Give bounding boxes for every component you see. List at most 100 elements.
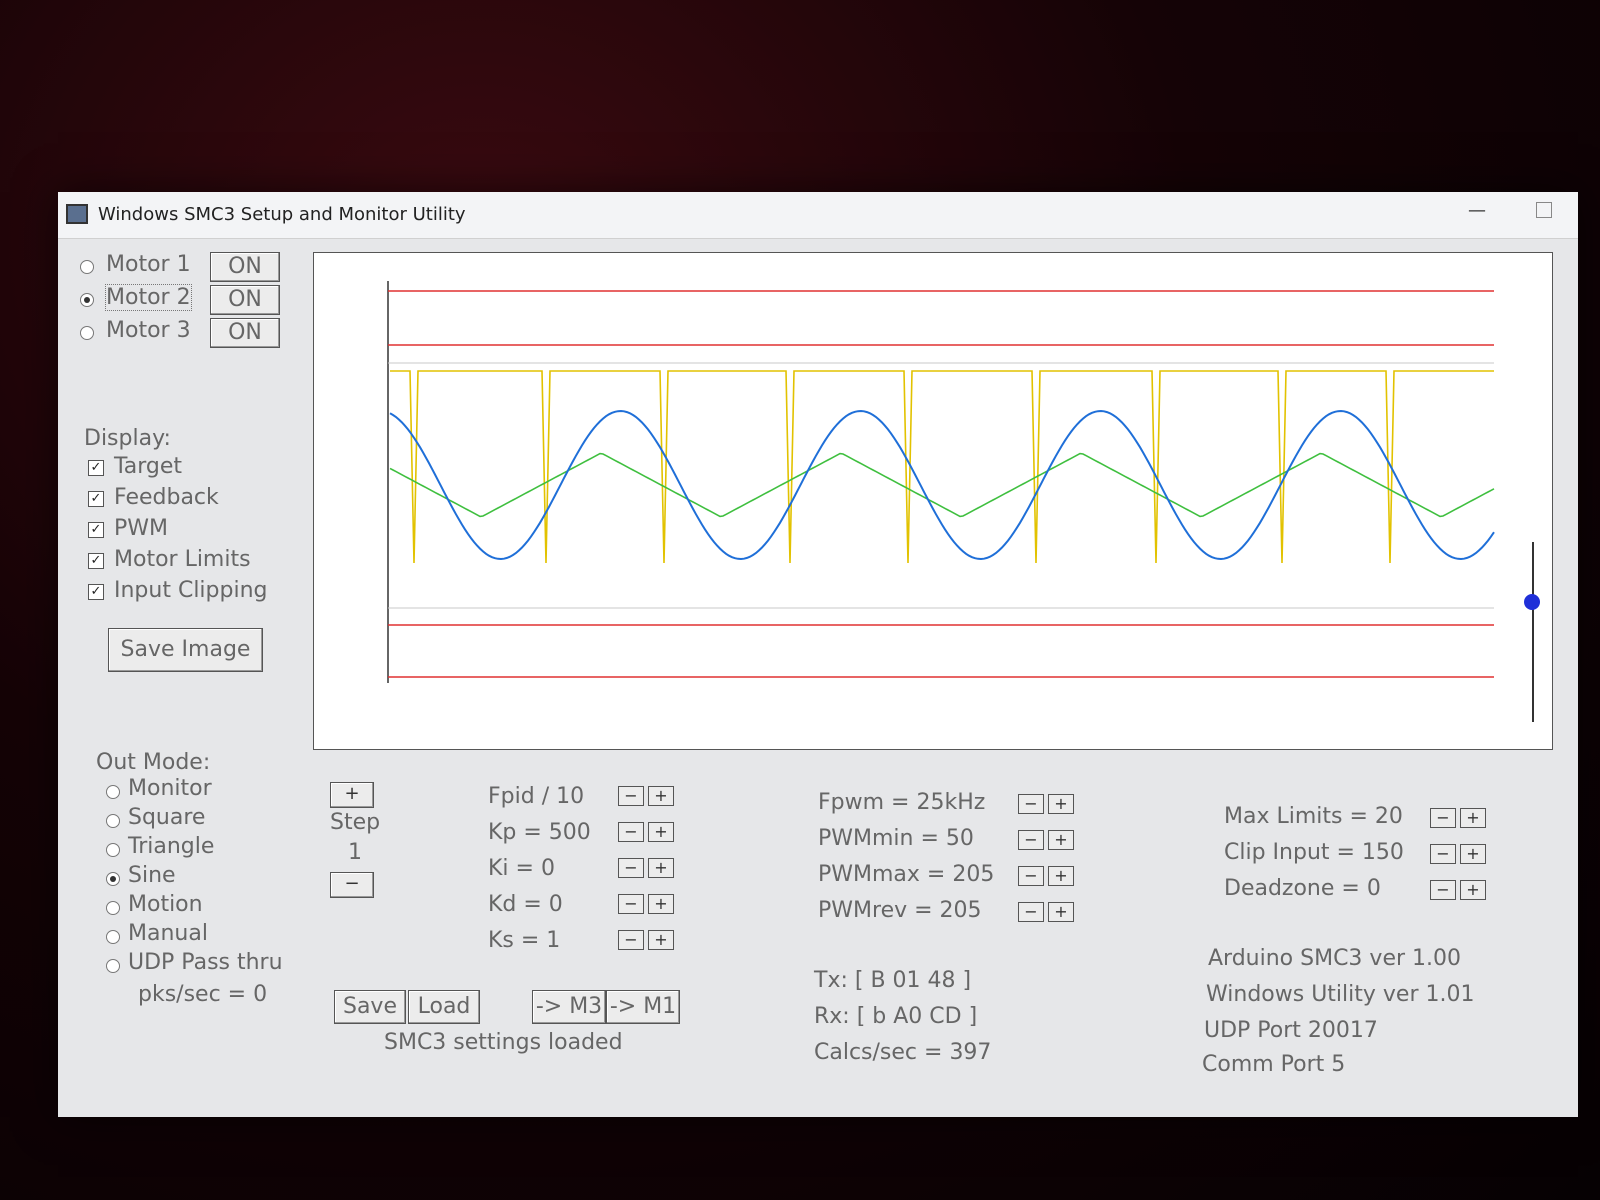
load-button[interactable]: Load [408,990,480,1024]
title-bar: Windows SMC3 Setup and Monitor Utility — [58,192,1578,239]
fpwm-minus[interactable]: − [1018,794,1044,814]
feedback-checkbox[interactable]: ✓ [88,491,104,507]
arduino-version: Arduino SMC3 ver 1.00 [1208,946,1461,971]
triangle-radio[interactable] [106,843,120,857]
display-heading: Display: [84,426,171,451]
pwmmin-minus[interactable]: − [1018,830,1044,850]
target-checkbox[interactable]: ✓ [88,460,104,476]
manual-radio[interactable] [106,930,120,944]
kp-stepper: − + [618,822,678,842]
ki-stepper: − + [618,858,678,878]
minimize-button[interactable]: — [1468,200,1486,221]
fpid-minus[interactable]: − [618,786,644,806]
max-limits-label: Max Limits = 20 [1224,804,1403,829]
comm-port: Comm Port 5 [1202,1052,1346,1077]
pwmmax-minus[interactable]: − [1018,866,1044,886]
udp-pass-thru-label: UDP Pass thru [128,950,283,975]
status-text: SMC3 settings loaded [384,1030,623,1055]
kd-stepper: − + [618,894,678,914]
tx-readout: Tx: [ B 01 48 ] [814,968,972,993]
input-clipping-checkbox[interactable]: ✓ [88,584,104,600]
sine-label: Sine [128,863,176,888]
pwmmax-plus[interactable]: + [1048,866,1074,886]
motor-3-on-button[interactable]: ON [210,318,280,348]
feedback-label: Feedback [114,485,219,510]
fpwm-plus[interactable]: + [1048,794,1074,814]
copy-to-m3-button[interactable]: -> M3 [532,990,606,1024]
square-label: Square [128,805,206,830]
pwmrev-minus[interactable]: − [1018,902,1044,922]
step-minus-button[interactable]: − [330,872,374,898]
pwm-checkbox[interactable]: ✓ [88,522,104,538]
target-label: Target [114,454,183,479]
ki-minus[interactable]: − [618,858,644,878]
fpid-label: Fpid / 10 [488,784,585,809]
motor-2-on-button[interactable]: ON [210,285,280,315]
clip-input-minus[interactable]: − [1430,844,1456,864]
target-trace [389,409,1495,561]
step-label: Step [330,810,381,835]
motor-2-label: Motor 2 [105,284,192,311]
udp-port: UDP Port 20017 [1204,1018,1378,1043]
save-image-button[interactable]: Save Image [108,628,263,672]
pwmmax-label: PWMmax = 205 [818,862,995,887]
maximize-button[interactable] [1536,202,1552,218]
kp-minus[interactable]: − [618,822,644,842]
kd-minus[interactable]: − [618,894,644,914]
triangle-label: Triangle [128,834,215,859]
kd-label: Kd = 0 [488,892,563,917]
square-radio[interactable] [106,814,120,828]
motion-radio[interactable] [106,901,120,915]
deadzone-label: Deadzone = 0 [1224,876,1381,901]
kd-plus[interactable]: + [648,894,674,914]
ks-minus[interactable]: − [618,930,644,950]
step-plus-button[interactable]: + [330,782,374,808]
ki-plus[interactable]: + [648,858,674,878]
copy-to-m1-button[interactable]: -> M1 [606,990,680,1024]
motor-1-on-button[interactable]: ON [210,252,280,282]
deadzone-stepper: − + [1430,880,1490,900]
clip-input-stepper: − + [1430,844,1490,864]
scale-slider-track [1532,542,1534,722]
rx-readout: Rx: [ b A0 CD ] [814,1004,978,1029]
window-title: Windows SMC3 Setup and Monitor Utility [98,204,466,225]
motor-2-radio[interactable] [80,293,94,307]
motor-1-radio[interactable] [80,260,94,274]
fpid-stepper: − + [618,786,678,806]
kp-plus[interactable]: + [648,822,674,842]
motor-limits-label: Motor Limits [114,547,251,572]
motor-3-radio[interactable] [80,326,94,340]
motor-1-label: Motor 1 [106,252,191,277]
monitor-label: Monitor [128,776,212,801]
pwmrev-stepper: − + [1018,902,1078,922]
fpid-plus[interactable]: + [648,786,674,806]
calcs-readout: Calcs/sec = 397 [814,1040,992,1065]
pwmmin-stepper: − + [1018,830,1078,850]
ks-label: Ks = 1 [488,928,561,953]
clip-input-plus[interactable]: + [1460,844,1486,864]
monitor-radio[interactable] [106,785,120,799]
motor-limits-checkbox[interactable]: ✓ [88,553,104,569]
pwm-trace [390,370,1494,564]
clip-input-label: Clip Input = 150 [1224,840,1404,865]
max-limits-stepper: − + [1430,808,1490,828]
fpwm-stepper: − + [1018,794,1078,814]
scale-slider-thumb[interactable] [1524,594,1540,610]
save-button[interactable]: Save [334,990,406,1024]
sine-radio[interactable] [106,872,120,886]
pwmrev-plus[interactable]: + [1048,902,1074,922]
pwmmin-plus[interactable]: + [1048,830,1074,850]
ks-plus[interactable]: + [648,930,674,950]
deadzone-plus[interactable]: + [1460,880,1486,900]
app-window: Windows SMC3 Setup and Monitor Utility —… [58,192,1578,1117]
kp-label: Kp = 500 [488,820,591,845]
packets-per-sec: pks/sec = 0 [138,982,268,1007]
scope-svg [387,281,1495,683]
deadzone-minus[interactable]: − [1430,880,1456,900]
max-limits-minus[interactable]: − [1430,808,1456,828]
input-clipping-label: Input Clipping [114,578,268,603]
manual-label: Manual [128,921,208,946]
max-limits-plus[interactable]: + [1460,808,1486,828]
udp-pass-thru-radio[interactable] [106,959,120,973]
ki-label: Ki = 0 [488,856,555,881]
